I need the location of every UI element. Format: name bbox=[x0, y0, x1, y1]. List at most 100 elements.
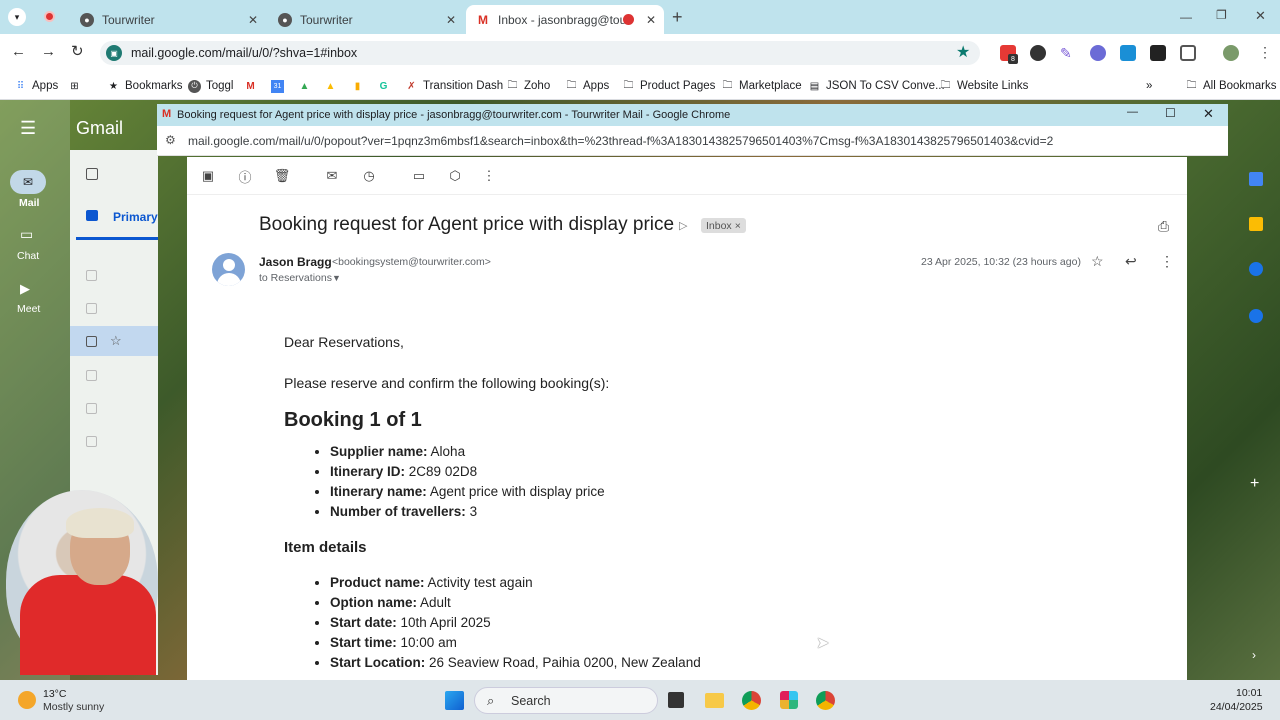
clock-time[interactable]: 10:01 bbox=[1236, 687, 1262, 699]
select-all-checkbox[interactable] bbox=[86, 168, 98, 180]
bookmark-json-csv[interactable]: ▤ JSON To CSV Conve... bbox=[808, 76, 945, 96]
minimize-icon[interactable]: — bbox=[1180, 10, 1192, 24]
new-tab-button[interactable]: + bbox=[672, 7, 683, 28]
minimize-icon[interactable]: — bbox=[1127, 106, 1138, 118]
bookmark-drive[interactable]: ▲ bbox=[298, 76, 316, 96]
more-options-icon[interactable]: ⋮ bbox=[481, 168, 497, 184]
main-menu-icon[interactable]: ☰ bbox=[20, 118, 36, 139]
slack-icon[interactable] bbox=[780, 691, 798, 709]
close-tab-icon[interactable]: ✕ bbox=[248, 13, 258, 27]
search-icon: ⌕ bbox=[487, 693, 495, 708]
bookmark-grid[interactable]: ⊞ bbox=[68, 76, 86, 96]
tab-primary[interactable]: Primary bbox=[113, 210, 158, 224]
close-window-icon[interactable]: ✕ bbox=[1203, 106, 1214, 122]
show-details-icon[interactable]: ▼ bbox=[332, 273, 341, 283]
bookmark-product-pages[interactable]: 🗀 Product Pages bbox=[622, 76, 716, 96]
bookmark-zoho[interactable]: 🗀 Zoho bbox=[506, 76, 551, 96]
bookmark-apps-folder[interactable]: 🗀 Apps bbox=[565, 76, 610, 96]
contacts-icon[interactable] bbox=[1249, 309, 1263, 323]
mark-unread-icon[interactable]: ✉ bbox=[324, 168, 340, 184]
chrome-menu-icon[interactable]: ⋮ bbox=[1258, 44, 1272, 61]
importance-icon[interactable]: ▷ bbox=[679, 219, 687, 232]
extension-icon[interactable] bbox=[1030, 45, 1046, 61]
site-info-icon[interactable]: ▣ bbox=[106, 45, 122, 61]
close-window-icon[interactable]: ✕ bbox=[1255, 8, 1266, 24]
meet-icon[interactable]: ▶ bbox=[20, 281, 30, 297]
label-icon[interactable]: ⬡ bbox=[447, 168, 463, 184]
back-icon[interactable]: ← bbox=[11, 43, 26, 60]
bookmark-transition-dash[interactable]: ✗ Transition Dash bbox=[405, 76, 503, 96]
windows-start-icon[interactable] bbox=[445, 691, 464, 710]
bookmark-bookmarks[interactable]: ★ Bookmarks bbox=[107, 76, 183, 96]
extension-icon[interactable] bbox=[1150, 45, 1166, 61]
tab-gmail-inbox[interactable]: M Inbox - jasonbragg@tourwr ✕ bbox=[466, 5, 664, 34]
reload-icon[interactable]: ↻ bbox=[71, 42, 84, 60]
chrome-icon[interactable] bbox=[742, 691, 761, 710]
keep-icon[interactable] bbox=[1249, 217, 1263, 231]
close-tab-icon[interactable]: ✕ bbox=[646, 13, 656, 27]
report-spam-icon[interactable]: ⓘ bbox=[237, 168, 253, 185]
profile-avatar[interactable] bbox=[1223, 45, 1239, 61]
taskbar-search[interactable]: ⌕ Search bbox=[474, 687, 658, 714]
row-checkbox[interactable] bbox=[86, 370, 97, 381]
row-checkbox[interactable] bbox=[86, 336, 97, 347]
calendar-icon[interactable] bbox=[1249, 172, 1263, 186]
sender-name[interactable]: Jason Bragg bbox=[259, 255, 332, 269]
bookmark-marketplace[interactable]: 🗀 Marketplace bbox=[721, 76, 802, 96]
bookmark-apps[interactable]: ⠿ Apps bbox=[14, 76, 58, 96]
weather-desc: Mostly sunny bbox=[43, 701, 105, 713]
remove-label-icon[interactable]: × bbox=[735, 220, 741, 232]
bookmark-analytics[interactable]: ▮ bbox=[351, 76, 369, 96]
bookmark-star-icon[interactable]: ★ bbox=[956, 42, 970, 62]
pen-icon[interactable]: ✎ bbox=[1060, 45, 1076, 61]
add-addon-icon[interactable]: + bbox=[1250, 475, 1259, 493]
more-actions-icon[interactable]: ⋮ bbox=[1160, 253, 1174, 270]
bookmark-website-links[interactable]: 🗀 Website Links bbox=[939, 76, 1029, 96]
reply-icon[interactable]: ↩ bbox=[1125, 253, 1137, 270]
print-icon[interactable]: ⎙ bbox=[1158, 218, 1169, 235]
star-icon[interactable]: ☆ bbox=[1091, 253, 1104, 270]
chat-icon[interactable]: ▭ bbox=[20, 226, 33, 243]
bookmark-ads[interactable]: ▲ bbox=[324, 76, 342, 96]
close-tab-icon[interactable]: ✕ bbox=[446, 13, 456, 27]
tab-tourwriter-1[interactable]: ● Tourwriter ✕ bbox=[70, 5, 266, 34]
tasks-icon[interactable] bbox=[1249, 262, 1263, 276]
bookmark-toggl[interactable]: ⏻ Toggl bbox=[188, 76, 234, 96]
tab-search-icon[interactable]: ▾ bbox=[8, 8, 26, 26]
maximize-icon[interactable]: ☐ bbox=[1165, 106, 1176, 120]
more-bookmarks-icon[interactable]: » bbox=[1146, 76, 1152, 96]
bookmark-grammarly[interactable]: G bbox=[377, 76, 395, 96]
move-to-icon[interactable]: ▭ bbox=[411, 168, 427, 184]
maximize-icon[interactable]: ❐ bbox=[1216, 8, 1227, 22]
row-checkbox[interactable] bbox=[86, 436, 97, 447]
all-bookmarks[interactable]: 🗀 All Bookmarks bbox=[1185, 76, 1277, 96]
site-settings-icon[interactable]: ⚙ bbox=[165, 133, 176, 147]
bookmark-gmail[interactable]: M bbox=[244, 76, 262, 96]
clock-date[interactable]: 24/04/2025 bbox=[1210, 701, 1263, 713]
extension-icon[interactable] bbox=[1120, 45, 1136, 61]
row-checkbox[interactable] bbox=[86, 403, 97, 414]
extension-icon[interactable] bbox=[1090, 45, 1106, 61]
forward-icon[interactable]: → bbox=[41, 43, 56, 60]
mail-icon[interactable]: ✉ bbox=[10, 170, 46, 194]
delete-icon[interactable]: 🗑 bbox=[274, 168, 291, 184]
sender-avatar[interactable] bbox=[212, 253, 245, 286]
row-checkbox[interactable] bbox=[86, 270, 97, 281]
nav-mail-label: Mail bbox=[19, 197, 40, 209]
chrome-icon[interactable] bbox=[816, 691, 835, 710]
star-icon[interactable]: ☆ bbox=[110, 333, 122, 349]
file-explorer-icon[interactable] bbox=[705, 693, 724, 708]
puzzle-icon[interactable] bbox=[1180, 45, 1196, 61]
snooze-icon[interactable]: ◷ bbox=[361, 168, 377, 184]
tab-tourwriter-2[interactable]: ● Tourwriter ✕ bbox=[268, 5, 464, 34]
bookmark-calendar[interactable]: 31 bbox=[271, 76, 289, 96]
folder-icon: 🗀 bbox=[566, 79, 577, 91]
task-view-icon[interactable] bbox=[668, 692, 684, 708]
inbox-label-chip[interactable]: Inbox × bbox=[701, 218, 746, 233]
address-bar[interactable]: ▣ mail.google.com/mail/u/0/?shva=1#inbox… bbox=[100, 41, 980, 65]
row-checkbox[interactable] bbox=[86, 303, 97, 314]
popup-address-bar[interactable]: ⚙ mail.google.com/mail/u/0/popout?ver=1p… bbox=[157, 126, 1228, 156]
weather-icon[interactable] bbox=[18, 691, 36, 709]
archive-icon[interactable]: ▣ bbox=[200, 168, 216, 184]
expand-panel-icon[interactable]: › bbox=[1252, 648, 1256, 662]
